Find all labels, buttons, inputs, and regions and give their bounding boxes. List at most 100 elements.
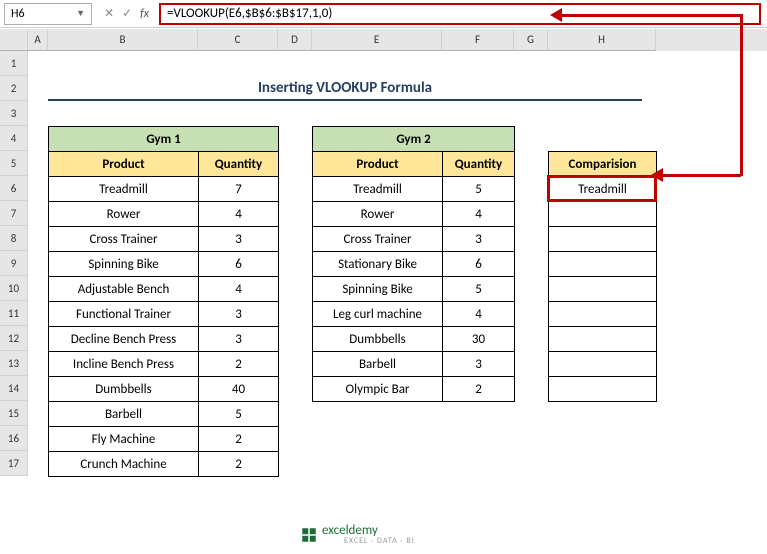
row-header[interactable]: 11 <box>0 301 28 326</box>
cell[interactable]: Cross Trainer <box>49 227 199 252</box>
cell[interactable]: 2 <box>443 377 515 402</box>
cell[interactable]: Dumbbells <box>49 377 199 402</box>
row-header[interactable]: 9 <box>0 251 28 276</box>
gym1-header-product[interactable]: Product <box>49 152 199 177</box>
column-headers: A B C D E F G H <box>28 29 767 51</box>
gym2-header-qty[interactable]: Quantity <box>443 152 515 177</box>
cell[interactable]: Olympic Bar <box>313 377 443 402</box>
row-header[interactable]: 13 <box>0 351 28 376</box>
row-header[interactable]: 12 <box>0 326 28 351</box>
gym1-title[interactable]: Gym 1 <box>49 127 279 152</box>
cell[interactable] <box>549 377 657 402</box>
cell-h6[interactable]: Treadmill <box>549 177 657 202</box>
cell[interactable]: Treadmill <box>313 177 443 202</box>
col-header[interactable]: A <box>28 29 48 51</box>
cell[interactable]: Barbell <box>49 402 199 427</box>
col-header[interactable]: B <box>48 29 198 51</box>
cell[interactable]: Rower <box>313 202 443 227</box>
cell[interactable]: Spinning Bike <box>49 252 199 277</box>
cell[interactable]: 3 <box>199 327 279 352</box>
row-header[interactable]: 3 <box>0 101 28 126</box>
cell[interactable]: Fly Machine <box>49 427 199 452</box>
comparison-table: Comparision Treadmill <box>548 151 657 402</box>
cell[interactable] <box>549 252 657 277</box>
col-header[interactable]: D <box>278 29 312 51</box>
row-header[interactable]: 14 <box>0 376 28 401</box>
cell[interactable]: 4 <box>443 202 515 227</box>
cancel-icon[interactable]: ✕ <box>104 6 114 21</box>
col-header[interactable]: G <box>514 29 548 51</box>
cell[interactable]: Adjustable Bench <box>49 277 199 302</box>
cell[interactable]: 3 <box>443 352 515 377</box>
cell[interactable]: 6 <box>443 252 515 277</box>
select-all-corner[interactable] <box>0 29 28 51</box>
cell[interactable]: 4 <box>199 202 279 227</box>
name-box-value: H6 <box>11 7 25 21</box>
cell[interactable]: Cross Trainer <box>313 227 443 252</box>
cell[interactable]: 6 <box>199 252 279 277</box>
cell[interactable]: 30 <box>443 327 515 352</box>
cell[interactable]: Rower <box>49 202 199 227</box>
cell[interactable]: 5 <box>443 277 515 302</box>
cell[interactable] <box>549 327 657 352</box>
gym2-table: Gym 2 ProductQuantity Treadmill5 Rower4 … <box>312 126 515 402</box>
fx-icon[interactable]: fx <box>140 7 149 21</box>
cell[interactable] <box>549 202 657 227</box>
gym1-header-qty[interactable]: Quantity <box>199 152 279 177</box>
cell[interactable]: 4 <box>199 277 279 302</box>
cell[interactable]: Barbell <box>313 352 443 377</box>
cell[interactable]: 2 <box>199 452 279 477</box>
cell[interactable]: Spinning Bike <box>313 277 443 302</box>
row-header[interactable]: 15 <box>0 401 28 426</box>
cell[interactable]: 7 <box>199 177 279 202</box>
row-header[interactable]: 17 <box>0 451 28 476</box>
col-header[interactable]: C <box>198 29 278 51</box>
annotation-arrow <box>661 174 741 177</box>
gym2-title[interactable]: Gym 2 <box>313 127 515 152</box>
row-header[interactable]: 6 <box>0 176 28 201</box>
row-header[interactable]: 4 <box>0 126 28 151</box>
name-box-dropdown-icon[interactable]: ▼ <box>76 8 85 19</box>
row-header[interactable]: 10 <box>0 276 28 301</box>
cell[interactable]: 3 <box>199 302 279 327</box>
cell[interactable] <box>549 302 657 327</box>
logo: exceldemy EXCEL · DATA · BI <box>300 523 415 546</box>
annotation-arrow <box>560 14 740 17</box>
cell[interactable]: Incline Bench Press <box>49 352 199 377</box>
cell[interactable]: 2 <box>199 352 279 377</box>
cell[interactable] <box>549 352 657 377</box>
cell[interactable]: Treadmill <box>49 177 199 202</box>
comparison-header[interactable]: Comparision <box>549 152 657 177</box>
logo-subtitle: EXCEL · DATA · BI <box>344 536 415 546</box>
cell[interactable]: 40 <box>199 377 279 402</box>
cell[interactable] <box>549 277 657 302</box>
col-header[interactable]: F <box>442 29 514 51</box>
cell[interactable]: Crunch Machine <box>49 452 199 477</box>
col-header[interactable]: E <box>312 29 442 51</box>
row-header[interactable]: 2 <box>0 76 28 101</box>
page-title: Inserting VLOOKUP Formula <box>48 76 642 101</box>
annotation-arrowhead-icon <box>651 168 663 182</box>
row-header[interactable]: 1 <box>0 51 28 76</box>
cell[interactable]: Decline Bench Press <box>49 327 199 352</box>
name-box[interactable]: H6 ▼ <box>4 3 92 25</box>
cell[interactable] <box>549 227 657 252</box>
row-header[interactable]: 16 <box>0 426 28 451</box>
row-header[interactable]: 7 <box>0 201 28 226</box>
row-header[interactable]: 5 <box>0 151 28 176</box>
cell[interactable]: Leg curl machine <box>313 302 443 327</box>
cell[interactable]: Stationary Bike <box>313 252 443 277</box>
cell[interactable]: 3 <box>199 227 279 252</box>
cell[interactable]: 2 <box>199 427 279 452</box>
cell[interactable]: Dumbbells <box>313 327 443 352</box>
gym2-header-product[interactable]: Product <box>313 152 443 177</box>
cell[interactable]: 4 <box>443 302 515 327</box>
formula-text: =VLOOKUP(E6,$B$6:$B$17,1,0) <box>167 6 332 21</box>
cell[interactable]: 5 <box>199 402 279 427</box>
row-header[interactable]: 8 <box>0 226 28 251</box>
cell[interactable]: 3 <box>443 227 515 252</box>
cell[interactable]: 5 <box>443 177 515 202</box>
col-header[interactable]: H <box>548 29 656 51</box>
enter-icon[interactable]: ✓ <box>122 6 132 21</box>
cell[interactable]: Functional Trainer <box>49 302 199 327</box>
